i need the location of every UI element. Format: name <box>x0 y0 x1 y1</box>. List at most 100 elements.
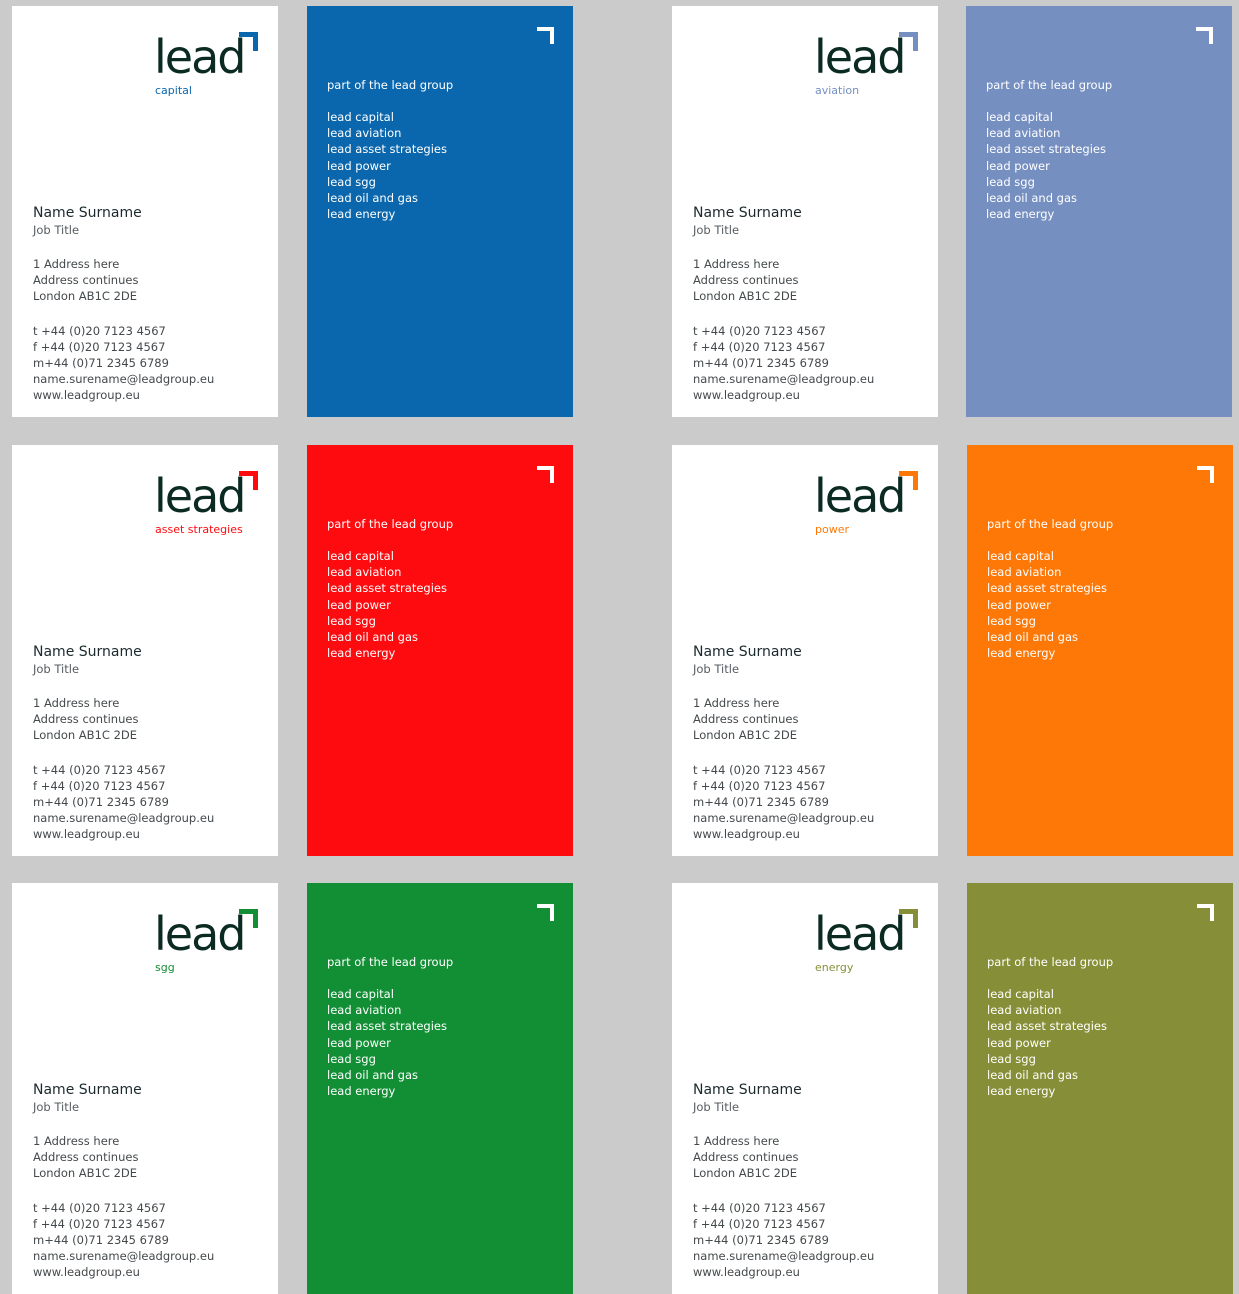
card-front-energy: lead energy Name Surname Job Title 1 Add… <box>672 883 938 1294</box>
card-front-sgg: lead sgg Name Surname Job Title 1 Addres… <box>12 883 278 1294</box>
fax: f +44 (0)20 7123 4567 <box>33 778 166 793</box>
group-title: part of the lead group <box>987 955 1114 969</box>
address-line: Address continues <box>693 1150 799 1165</box>
address-line: London AB1C 2DE <box>693 289 798 304</box>
brand-item: lead aviation <box>327 1003 402 1018</box>
lead-logo: lead power <box>814 471 924 537</box>
person-name: Name Surname <box>693 644 802 660</box>
address-line: London AB1C 2DE <box>33 1166 138 1181</box>
logo-wordmark: lead <box>814 30 906 84</box>
brand-item: lead asset strategies <box>987 581 1107 596</box>
brand-item: lead oil and gas <box>987 1068 1078 1083</box>
brand-item: lead capital <box>986 110 1053 124</box>
mobile: m+44 (0)71 2345 6789 <box>33 1233 169 1248</box>
card-back-power: part of the lead group lead capital lead… <box>967 445 1233 856</box>
job-title: Job Title <box>33 662 80 676</box>
corner-arrow-icon <box>1197 466 1214 483</box>
group-title: part of the lead group <box>327 78 454 92</box>
website: www.leadgroup.eu <box>693 388 800 403</box>
logo-subtitle: capital <box>155 84 192 97</box>
contact-block: t +44 (0)20 7123 4567 f +44 (0)20 7123 4… <box>693 323 933 404</box>
card-back-asset-strategies: part of the lead group lead capital lead… <box>307 445 573 856</box>
group-title: part of the lead group <box>327 955 454 969</box>
address-line: London AB1C 2DE <box>693 728 798 743</box>
lead-logo: lead capital <box>154 32 264 98</box>
brand-item: lead capital <box>987 549 1054 563</box>
fax: f +44 (0)20 7123 4567 <box>693 339 826 354</box>
address-line: Address continues <box>693 712 799 727</box>
telephone: t +44 (0)20 7123 4567 <box>33 762 166 777</box>
address-line: Address continues <box>33 1150 139 1165</box>
logo-wordmark: lead <box>814 907 906 961</box>
contact-block: t +44 (0)20 7123 4567 f +44 (0)20 7123 4… <box>693 762 933 843</box>
card-front-aviation: lead aviation Name Surname Job Title 1 A… <box>672 6 938 417</box>
address-line: Address continues <box>33 712 139 727</box>
mobile: m+44 (0)71 2345 6789 <box>693 356 829 371</box>
logo-subtitle: power <box>815 523 849 536</box>
brand-item: lead sgg <box>987 1051 1036 1066</box>
website: www.leadgroup.eu <box>693 827 800 842</box>
brand-item: lead energy <box>986 207 1055 222</box>
logo-subtitle: asset strategies <box>155 523 243 536</box>
corner-arrow-icon <box>239 471 258 490</box>
group-title: part of the lead group <box>327 517 454 531</box>
brand-item: lead sgg <box>986 174 1035 189</box>
logo-subtitle: sgg <box>155 961 175 974</box>
logo-wordmark: lead <box>154 907 246 961</box>
brand-item: lead oil and gas <box>986 191 1077 206</box>
brand-item: lead capital <box>327 987 394 1001</box>
email: name.surename@leadgroup.eu <box>33 1249 215 1264</box>
brand-list: lead capital lead aviation lead asset st… <box>327 109 447 222</box>
mobile: m+44 (0)71 2345 6789 <box>693 795 829 810</box>
person-name: Name Surname <box>33 1082 142 1098</box>
lead-logo: lead asset strategies <box>154 471 264 537</box>
brand-item: lead capital <box>987 987 1054 1001</box>
website: www.leadgroup.eu <box>33 827 140 842</box>
corner-arrow-icon <box>537 27 554 44</box>
brand-item: lead aviation <box>327 565 402 580</box>
corner-arrow-icon <box>899 909 918 928</box>
lead-logo: lead sgg <box>154 909 264 975</box>
address-line: Address continues <box>693 273 799 288</box>
logo-wordmark: lead <box>154 30 246 84</box>
telephone: t +44 (0)20 7123 4567 <box>693 1200 826 1215</box>
address-block: 1 Address here Address continues London … <box>693 1133 933 1182</box>
card-back-capital: part of the lead group lead capital lead… <box>307 6 573 417</box>
card-front-power: lead power Name Surname Job Title 1 Addr… <box>672 445 938 856</box>
brand-item: lead sgg <box>987 613 1036 628</box>
brand-list: lead capital lead aviation lead asset st… <box>987 986 1107 1099</box>
brand-item: lead oil and gas <box>327 630 418 645</box>
person-name: Name Surname <box>693 205 802 221</box>
mobile: m+44 (0)71 2345 6789 <box>33 795 169 810</box>
logo-subtitle: energy <box>815 961 854 974</box>
brand-item: lead power <box>327 597 391 612</box>
brand-item: lead oil and gas <box>327 1068 418 1083</box>
brand-item: lead energy <box>327 207 396 222</box>
brand-item: lead sgg <box>327 613 376 628</box>
job-title: Job Title <box>693 662 740 676</box>
brand-item: lead sgg <box>327 1051 376 1066</box>
card-back-sgg: part of the lead group lead capital lead… <box>307 883 573 1294</box>
group-title: part of the lead group <box>987 517 1114 531</box>
person-name: Name Surname <box>33 205 142 221</box>
brand-item: lead power <box>327 158 391 173</box>
card-front-capital: lead capital Name Surname Job Title 1 Ad… <box>12 6 278 417</box>
address-line: London AB1C 2DE <box>33 289 138 304</box>
email: name.surename@leadgroup.eu <box>33 372 215 387</box>
telephone: t +44 (0)20 7123 4567 <box>693 762 826 777</box>
address-line: 1 Address here <box>33 1134 120 1148</box>
address-line: 1 Address here <box>693 257 780 271</box>
brand-item: lead oil and gas <box>327 191 418 206</box>
address-line: 1 Address here <box>33 696 120 710</box>
website: www.leadgroup.eu <box>33 388 140 403</box>
corner-arrow-icon <box>537 466 554 483</box>
corner-arrow-icon <box>239 32 258 51</box>
job-title: Job Title <box>693 223 740 237</box>
address-block: 1 Address here Address continues London … <box>693 256 933 305</box>
brand-item: lead aviation <box>986 126 1061 141</box>
mobile: m+44 (0)71 2345 6789 <box>693 1233 829 1248</box>
business-card-sheet: { "logo_word": "lead", "person": { "name… <box>0 0 1239 1294</box>
fax: f +44 (0)20 7123 4567 <box>693 778 826 793</box>
brand-item: lead oil and gas <box>987 630 1078 645</box>
brand-item: lead energy <box>327 646 396 661</box>
